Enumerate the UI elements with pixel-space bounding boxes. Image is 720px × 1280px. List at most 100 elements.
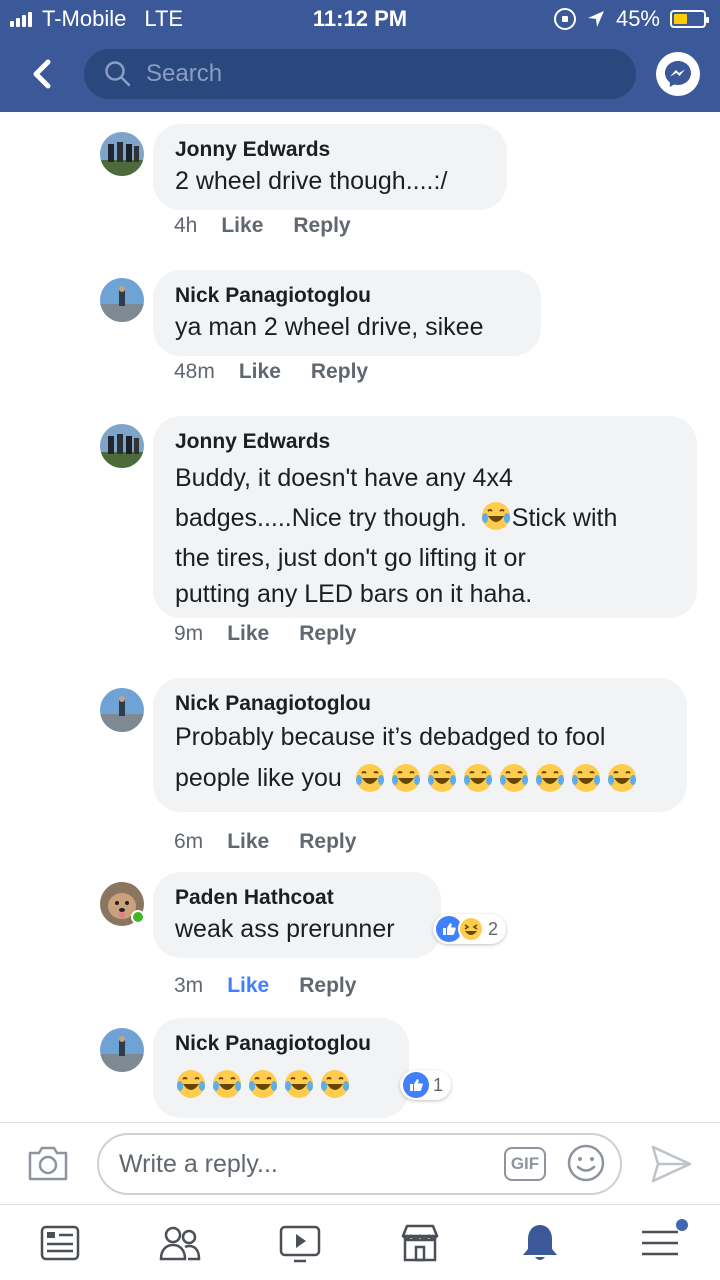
comment-author[interactable]: Jonny Edwards [175, 428, 675, 456]
comment-actions: 4h Like Reply [174, 214, 351, 238]
comment-text-part: badges.....Nice try though. [175, 504, 467, 532]
avatar-lakeside-photo [100, 1028, 144, 1072]
comment-bubble[interactable]: Nick Panagiotoglou [153, 1018, 409, 1118]
avatar[interactable] [100, 1028, 144, 1072]
messenger-icon [665, 61, 691, 87]
avatar-group-photo [100, 424, 144, 468]
comment-bubble[interactable]: Nick Panagiotoglou ya man 2 wheel drive,… [153, 270, 541, 356]
tab-notifications[interactable] [480, 1205, 600, 1280]
reaction-count: 2 [488, 918, 499, 939]
comment-time: 3m [174, 974, 204, 997]
comment-text: ya man 2 wheel drive, sikee [175, 313, 484, 341]
tab-friends[interactable] [120, 1205, 240, 1280]
comment-actions: 3m Like Reply [174, 974, 356, 998]
comment-text-line: people like you [175, 756, 665, 800]
reaction-summary[interactable]: 2 [433, 914, 507, 944]
battery-level-fill [674, 14, 687, 24]
comment-author[interactable]: Nick Panagiotoglou [175, 1030, 387, 1058]
reaction-summary[interactable]: 1 [400, 1070, 452, 1100]
online-status-indicator [131, 910, 145, 924]
nav-bar: Search [0, 38, 720, 112]
like-button[interactable]: Like [227, 622, 269, 646]
avatar[interactable] [100, 424, 144, 468]
avatar[interactable] [100, 278, 144, 322]
reply-button[interactable]: Reply [311, 360, 368, 384]
laughing-tears-emoji-icon [571, 764, 600, 792]
comment-text-line: the tires, just don't go lifting it or [175, 544, 526, 572]
comment-author[interactable]: Nick Panagiotoglou [175, 690, 665, 718]
messenger-button[interactable] [656, 52, 700, 96]
comment-text-line: badges.....Nice try though. Stick with [175, 496, 675, 540]
comment-text: 2 wheel drive though....:/ [175, 167, 448, 195]
tab-menu[interactable] [600, 1205, 720, 1280]
battery-icon [670, 10, 709, 28]
comment-text-line: Probably because it’s debadged to fool [175, 723, 606, 751]
notifications-icon [523, 1224, 557, 1260]
tab-watch[interactable] [240, 1205, 360, 1280]
haha-reaction-icon [458, 916, 484, 942]
avatar-lakeside-photo [100, 278, 144, 322]
laughing-tears-emoji-icon [321, 1070, 349, 1098]
gif-icon[interactable]: GIF [504, 1147, 546, 1181]
comment-actions: 9m Like Reply [174, 622, 356, 646]
top-header: T-Mobile LTE 11:12 PM 45% Search [0, 0, 720, 112]
comment-text-part: people like you [175, 764, 342, 792]
tab-marketplace[interactable] [360, 1205, 480, 1280]
reply-button[interactable]: Reply [299, 622, 356, 646]
reply-composer: Write a reply... GIF [0, 1122, 720, 1204]
comment-text-line: Buddy, it doesn't have any 4x4 [175, 464, 513, 492]
avatar[interactable] [100, 688, 144, 732]
marketplace-icon [401, 1224, 439, 1261]
battery-percent: 45% [615, 6, 660, 31]
comment-author[interactable]: Jonny Edwards [175, 136, 485, 164]
laughing-tears-emoji-icon [499, 764, 528, 792]
avatar-group-photo [100, 132, 144, 176]
rotation-lock-icon [553, 8, 576, 30]
laughing-tears-emoji-icon [607, 764, 636, 792]
watch-icon [279, 1225, 321, 1262]
like-button[interactable]: Like [221, 214, 263, 238]
search-placeholder: Search [146, 60, 223, 87]
like-button[interactable]: Like [239, 360, 281, 384]
location-arrow-icon [587, 11, 604, 27]
reply-button[interactable]: Reply [299, 830, 356, 854]
send-button[interactable] [648, 1141, 694, 1187]
comment-text: weak ass prerunner [175, 915, 395, 943]
search-icon [105, 61, 131, 87]
reply-button[interactable]: Reply [293, 214, 350, 238]
comment-text-part: Stick with [511, 504, 618, 532]
smiley-button[interactable] [566, 1143, 606, 1183]
reply-button[interactable]: Reply [299, 974, 356, 998]
like-button[interactable]: Like [227, 974, 269, 998]
laughing-tears-emoji-icon [463, 764, 492, 792]
tab-news-feed[interactable] [0, 1205, 120, 1280]
comment-bubble[interactable]: Paden Hathcoat weak ass prerunner [153, 872, 441, 958]
comment-bubble[interactable]: Jonny Edwards Buddy, it doesn't have any… [153, 416, 697, 618]
reaction-count: 1 [433, 1074, 444, 1095]
smiley-icon [567, 1144, 605, 1182]
emoji-row [354, 762, 638, 794]
news-feed-icon [40, 1225, 80, 1260]
emoji-row [175, 1068, 387, 1100]
comment-time: 48m [174, 360, 215, 383]
laughing-tears-emoji-icon [481, 502, 510, 531]
status-bar: T-Mobile LTE 11:12 PM 45% [0, 0, 720, 38]
laughing-tears-emoji-icon [355, 764, 384, 792]
comment-bubble[interactable]: Nick Panagiotoglou Probably because it’s… [153, 678, 687, 812]
comment-author[interactable]: Nick Panagiotoglou [175, 282, 519, 310]
comment-time: 9m [174, 622, 204, 645]
comment-author[interactable]: Paden Hathcoat [175, 884, 419, 912]
search-input[interactable]: Search [84, 49, 636, 99]
avatar[interactable] [100, 132, 144, 176]
bottom-tab-bar [0, 1204, 720, 1280]
comment-bubble[interactable]: Jonny Edwards 2 wheel drive though....:/ [153, 124, 507, 210]
like-button[interactable]: Like [227, 830, 269, 854]
laughing-tears-emoji-icon [285, 1070, 313, 1098]
reply-placeholder: Write a reply... [119, 1149, 278, 1178]
comment-time: 4h [174, 214, 198, 237]
camera-button[interactable] [26, 1143, 70, 1183]
laughing-tears-emoji-icon [427, 764, 456, 792]
reply-input[interactable]: Write a reply... GIF [97, 1133, 622, 1195]
back-button[interactable] [22, 54, 62, 94]
laughing-tears-emoji-icon [213, 1070, 241, 1098]
